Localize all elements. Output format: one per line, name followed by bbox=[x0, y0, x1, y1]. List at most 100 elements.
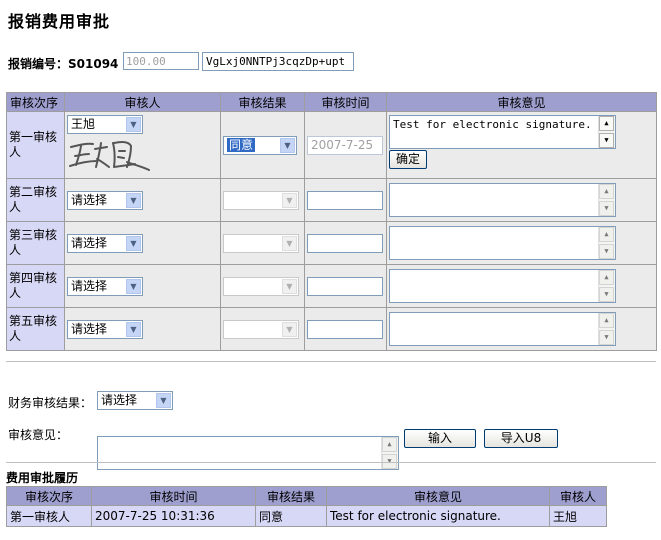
chevron-down-icon[interactable]: ▼ bbox=[126, 117, 141, 132]
grid-header-row: 审核次序 审核人 审核结果 审核时间 审核意见 bbox=[6, 92, 657, 112]
result-select[interactable]: 同意 ▼ bbox=[223, 135, 297, 155]
chevron-down-icon: ▼ bbox=[282, 235, 297, 251]
scrollbar[interactable]: ▲ ▼ bbox=[381, 437, 398, 469]
grid-row: 第二审核人 请选择 ▼ ▼ ▲ ▼ bbox=[6, 178, 657, 222]
chevron-down-icon: ▼ bbox=[282, 321, 297, 337]
scroll-down-icon[interactable]: ▼ bbox=[599, 244, 614, 259]
history-header: 审核意见 bbox=[326, 486, 550, 506]
reviewer-value: 请选择 bbox=[71, 321, 108, 336]
finance-result-value: 请选择 bbox=[101, 393, 138, 407]
grid-row: 第五审核人 请选择 ▼ ▼ ▲ ▼ bbox=[6, 307, 657, 351]
history-table: 审核次序 审核时间 审核结果 审核意见 审核人 第一审核人 2007-7-25 … bbox=[6, 486, 607, 527]
chevron-down-icon: ▼ bbox=[282, 278, 297, 294]
history-header: 审核时间 bbox=[91, 486, 256, 506]
result-select[interactable]: ▼ bbox=[223, 233, 299, 253]
scrollbar[interactable]: ▲ ▼ bbox=[598, 270, 615, 302]
reviewer-select[interactable]: 请选择 ▼ bbox=[67, 233, 143, 253]
opinion-textarea[interactable]: Test for electronic signature. ▲ ▼ bbox=[389, 115, 616, 149]
grid-row: 第四审核人 请选择 ▼ ▼ ▲ ▼ bbox=[6, 264, 657, 308]
handwritten-signature bbox=[67, 137, 220, 174]
grid-header: 审核时间 bbox=[304, 92, 387, 112]
grid-header: 审核意见 bbox=[386, 92, 657, 112]
finance-opinion-textarea[interactable]: ▲ ▼ bbox=[97, 436, 399, 470]
expense-number-row: 报销编号：S01094 bbox=[8, 52, 118, 74]
scrollbar[interactable]: ▲ ▼ bbox=[598, 313, 615, 345]
review-time-field[interactable]: 2007-7-25 bbox=[307, 135, 383, 155]
expense-number-label: 报销编号：S01094 bbox=[8, 56, 119, 71]
scroll-up-icon[interactable]: ▲ bbox=[599, 270, 614, 285]
row-label: 第一审核人 bbox=[6, 111, 65, 179]
history-cell: 2007-7-25 10:31:36 bbox=[91, 505, 256, 527]
grid-header: 审核结果 bbox=[220, 92, 305, 112]
grid-row: 第三审核人 请选择 ▼ ▼ ▲ ▼ bbox=[6, 221, 657, 265]
chevron-down-icon[interactable]: ▼ bbox=[126, 235, 141, 251]
scroll-up-icon[interactable]: ▲ bbox=[599, 313, 614, 328]
page-title: 报销费用审批 bbox=[8, 12, 111, 31]
reviewer-value: 请选择 bbox=[71, 235, 108, 250]
opinion-text: Test for electronic signature. bbox=[393, 118, 592, 131]
scroll-down-icon[interactable]: ▼ bbox=[599, 287, 614, 302]
row-label: 第五审核人 bbox=[6, 307, 65, 351]
history-cell: 同意 bbox=[255, 505, 327, 527]
chevron-down-icon[interactable]: ▼ bbox=[280, 137, 295, 153]
opinion-textarea[interactable]: ▲ ▼ bbox=[389, 269, 616, 303]
result-select[interactable]: ▼ bbox=[223, 190, 299, 210]
history-header: 审核次序 bbox=[6, 486, 92, 506]
history-cell: Test for electronic signature. bbox=[326, 505, 550, 527]
reviewer-select[interactable]: 请选择 ▼ bbox=[67, 190, 143, 210]
review-time-field[interactable] bbox=[307, 190, 383, 210]
reviewer-select[interactable]: 王旭 ▼ bbox=[67, 115, 143, 134]
scroll-up-icon[interactable]: ▲ bbox=[382, 437, 397, 452]
finance-opinion-label: 审核意见： bbox=[8, 428, 69, 442]
history-title: 费用审批履历 bbox=[6, 471, 79, 485]
input-button[interactable]: 输入 bbox=[404, 429, 476, 448]
scroll-up-icon[interactable]: ▲ bbox=[599, 116, 614, 131]
reviewer-value: 王旭 bbox=[71, 117, 96, 131]
reviewer-value: 请选择 bbox=[71, 278, 108, 293]
approval-grid: 审核次序 审核人 审核结果 审核时间 审核意见 第一审核人 王旭 ▼ 同意 ▼ … bbox=[6, 92, 657, 351]
chevron-down-icon[interactable]: ▼ bbox=[126, 192, 141, 208]
row-label: 第三审核人 bbox=[6, 221, 65, 265]
divider bbox=[6, 361, 656, 362]
opinion-textarea[interactable]: ▲ ▼ bbox=[389, 226, 616, 260]
result-select[interactable]: ▼ bbox=[223, 319, 299, 339]
chevron-down-icon[interactable]: ▼ bbox=[126, 321, 141, 337]
scrollbar[interactable]: ▲ ▼ bbox=[598, 184, 615, 216]
scroll-down-icon[interactable]: ▼ bbox=[599, 133, 614, 148]
finance-result-label: 财务审核结果： bbox=[8, 396, 93, 410]
grid-header: 审核人 bbox=[64, 92, 221, 112]
row-label: 第二审核人 bbox=[6, 178, 65, 222]
reviewer-select[interactable]: 请选择 ▼ bbox=[67, 319, 143, 339]
amount-input[interactable] bbox=[123, 52, 199, 70]
history-header: 审核人 bbox=[549, 486, 607, 506]
finance-result-select[interactable]: 请选择 ▼ bbox=[97, 391, 173, 410]
scroll-up-icon[interactable]: ▲ bbox=[599, 227, 614, 242]
result-value: 同意 bbox=[227, 137, 256, 152]
import-u8-button[interactable]: 导入U8 bbox=[484, 429, 558, 448]
table-row: 第一审核人 2007-7-25 10:31:36 同意 Test for ele… bbox=[6, 505, 607, 527]
divider bbox=[6, 462, 656, 463]
reviewer-select[interactable]: 请选择 ▼ bbox=[67, 276, 143, 296]
chevron-down-icon[interactable]: ▼ bbox=[156, 393, 171, 408]
scroll-down-icon[interactable]: ▼ bbox=[599, 201, 614, 216]
confirm-button[interactable]: 确定 bbox=[389, 150, 428, 169]
grid-row: 第一审核人 王旭 ▼ 同意 ▼ 2007-7-25 Test for elect… bbox=[6, 111, 657, 179]
scroll-up-icon[interactable]: ▲ bbox=[599, 184, 614, 199]
review-time-field[interactable] bbox=[307, 319, 383, 339]
scrollbar[interactable]: ▲ ▼ bbox=[598, 227, 615, 259]
reviewer-value: 请选择 bbox=[71, 192, 108, 207]
grid-header: 审核次序 bbox=[6, 92, 65, 112]
scroll-down-icon[interactable]: ▼ bbox=[599, 330, 614, 345]
review-time-field[interactable] bbox=[307, 233, 383, 253]
result-select[interactable]: ▼ bbox=[223, 276, 299, 296]
opinion-textarea[interactable]: ▲ ▼ bbox=[389, 183, 616, 217]
opinion-textarea[interactable]: ▲ ▼ bbox=[389, 312, 616, 346]
history-header: 审核结果 bbox=[255, 486, 327, 506]
history-header-row: 审核次序 审核时间 审核结果 审核意见 审核人 bbox=[6, 486, 607, 506]
signature-code-field[interactable]: VgLxj0NNTPj3cqzDp+upt bbox=[202, 52, 354, 71]
scrollbar[interactable]: ▲ ▼ bbox=[598, 116, 615, 148]
history-cell: 王旭 bbox=[549, 505, 607, 527]
chevron-down-icon: ▼ bbox=[282, 192, 297, 208]
review-time-field[interactable] bbox=[307, 276, 383, 296]
chevron-down-icon[interactable]: ▼ bbox=[126, 278, 141, 294]
